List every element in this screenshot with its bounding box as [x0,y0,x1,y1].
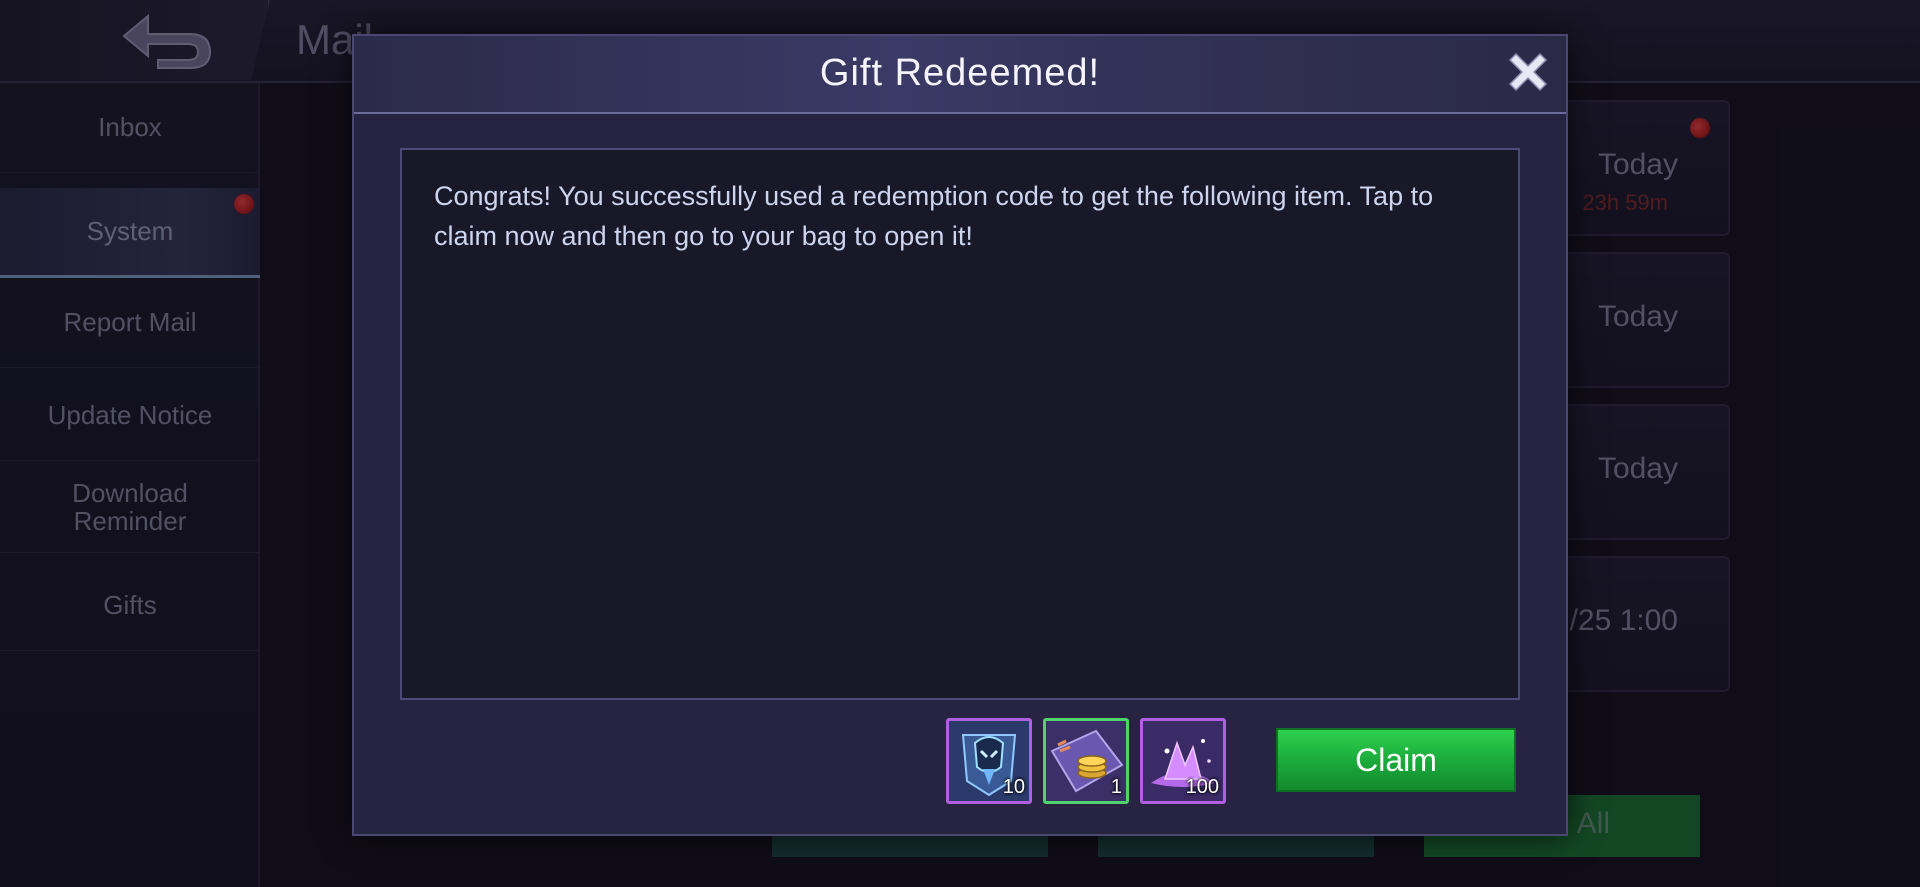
item-count: 100 [1185,776,1219,798]
reward-item[interactable]: 10 [946,718,1032,804]
reward-item[interactable]: 1 [1043,718,1129,804]
close-icon [1508,52,1548,92]
redeem-message: Congrats! You successfully used a redemp… [434,181,1434,251]
claim-button[interactable]: Claim [1276,728,1516,792]
reward-item[interactable]: 100 [1140,718,1226,804]
message-box: Congrats! You successfully used a redemp… [400,148,1520,700]
gift-redeemed-dialog: Gift Redeemed! Congrats! You successfull… [352,34,1568,836]
dialog-title: Gift Redeemed! [819,52,1101,94]
item-count: 10 [1002,776,1025,798]
item-count: 1 [1110,776,1122,798]
close-button[interactable] [1502,46,1554,98]
dialog-header: Gift Redeemed! [354,36,1566,114]
